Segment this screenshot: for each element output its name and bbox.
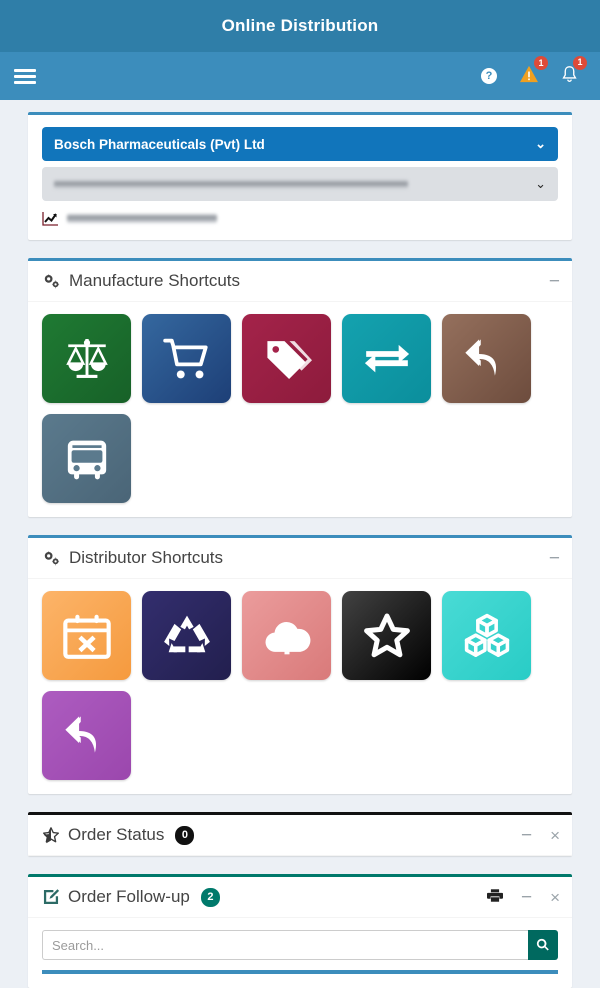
shortcut-cubes[interactable] (442, 591, 531, 680)
company-selection-panel: Bosch Pharmaceuticals (Pvt) Ltd ⌄ ⌄ (28, 112, 572, 240)
order-status-tools: − × (521, 826, 560, 845)
order-status-badge: 0 (175, 825, 195, 845)
chevron-down-icon: ⌄ (535, 136, 546, 151)
panel-title: Distributor Shortcuts (42, 548, 223, 568)
manufacture-panel-tools: − (549, 272, 560, 291)
tags-icon (266, 340, 312, 379)
main-toolbar: ? 1 1 (0, 52, 600, 100)
shortcut-balance-scale[interactable] (42, 314, 131, 403)
app-titlebar: Online Distribution (0, 0, 600, 52)
company-select[interactable]: Bosch Pharmaceuticals (Pvt) Ltd ⌄ (42, 127, 558, 161)
shortcut-reply-all-distributor[interactable] (42, 691, 131, 780)
order-followup-panel: Order Follow-up 2 − × (28, 874, 572, 988)
order-followup-title: Order Follow-up (68, 887, 190, 906)
warning-button[interactable]: 1 (519, 56, 548, 87)
shortcut-tags[interactable] (242, 314, 331, 403)
table-top-accent (42, 970, 558, 974)
panel-title: Order Status 0 (42, 825, 195, 845)
edit-square-icon (43, 889, 60, 905)
report-link-label (67, 214, 217, 223)
half-star-icon (42, 827, 60, 844)
order-followup-badge: 2 (200, 887, 220, 907)
star-outline-icon (363, 613, 410, 657)
distributor-shortcuts-title: Distributor Shortcuts (69, 548, 223, 567)
cubes-icon (464, 613, 509, 657)
collapse-button[interactable]: − (549, 272, 560, 291)
cogs-icon (44, 273, 60, 289)
distributor-shortcuts-panel: Distributor Shortcuts − (28, 535, 572, 794)
shortcut-shopping-cart[interactable] (142, 314, 231, 403)
reply-all-icon (464, 338, 496, 376)
page-content: Bosch Pharmaceuticals (Pvt) Ltd ⌄ ⌄ Manu… (0, 100, 600, 988)
manufacture-shortcuts-header: Manufacture Shortcuts − (28, 261, 572, 302)
chart-line-icon (42, 212, 58, 226)
calendar-times-icon (62, 614, 111, 659)
balance-scale-icon (65, 338, 108, 378)
close-button[interactable]: × (550, 827, 560, 844)
order-followup-header: Order Follow-up 2 − × (28, 877, 572, 918)
search-row (42, 930, 558, 960)
order-status-title: Order Status (68, 825, 165, 844)
hamburger-icon[interactable] (14, 68, 36, 84)
collapse-button[interactable]: − (521, 888, 532, 907)
print-button[interactable] (486, 888, 503, 907)
reply-all-icon (64, 715, 96, 753)
shortcut-cloud-upload[interactable] (242, 591, 331, 680)
cogs-icon (44, 550, 60, 566)
search-input[interactable] (42, 930, 528, 960)
shortcut-star[interactable] (342, 591, 431, 680)
order-status-header: Order Status 0 − × (28, 815, 572, 856)
report-link[interactable] (42, 211, 558, 226)
company-select-value: Bosch Pharmaceuticals (Pvt) Ltd (54, 136, 265, 152)
order-followup-body (28, 918, 572, 988)
shopping-cart-icon (162, 338, 208, 378)
manufacture-shortcuts-panel: Manufacture Shortcuts − (28, 258, 572, 517)
order-followup-tools: − × (486, 888, 560, 907)
distributor-shortcuts-body (28, 579, 572, 794)
chevron-down-icon: ⌄ (535, 176, 546, 191)
company-selection-body: Bosch Pharmaceuticals (Pvt) Ltd ⌄ ⌄ (28, 115, 572, 240)
close-button[interactable]: × (550, 889, 560, 906)
panel-title: Order Follow-up 2 (42, 887, 220, 907)
shortcut-recycle[interactable] (142, 591, 231, 680)
print-icon (486, 888, 503, 902)
shortcut-exchange[interactable] (342, 314, 431, 403)
exchange-arrows-icon (364, 344, 409, 372)
collapse-button[interactable]: − (549, 549, 560, 568)
warning-badge: 1 (534, 56, 548, 70)
search-icon (536, 938, 549, 951)
secondary-select-value (54, 179, 409, 189)
app-title: Online Distribution (221, 16, 379, 35)
shortcut-calendar-times[interactable] (42, 591, 131, 680)
collapse-button[interactable]: − (521, 826, 532, 845)
notifications-button[interactable]: 1 (561, 55, 587, 88)
search-button[interactable] (528, 930, 558, 960)
notifications-badge: 1 (573, 55, 587, 70)
question-circle-icon: ? (481, 68, 497, 84)
shortcut-reply-all-manufacture[interactable] (442, 314, 531, 403)
distributor-shortcuts-header: Distributor Shortcuts − (28, 538, 572, 579)
distributor-panel-tools: − (549, 549, 560, 568)
secondary-select[interactable]: ⌄ (42, 167, 558, 201)
recycle-icon (163, 615, 210, 652)
manufacture-shortcuts-body (28, 302, 572, 517)
order-status-panel: Order Status 0 − × (28, 812, 572, 856)
manufacture-tiles (42, 314, 558, 503)
cloud-upload-icon (265, 621, 310, 654)
manufacture-shortcuts-title: Manufacture Shortcuts (69, 271, 241, 290)
distributor-tiles (42, 591, 558, 780)
bus-icon (67, 440, 106, 479)
shortcut-bus[interactable] (42, 414, 131, 503)
toolbar-actions: ? 1 1 (481, 55, 587, 88)
help-button[interactable]: ? (481, 68, 497, 84)
panel-title: Manufacture Shortcuts (42, 271, 240, 291)
